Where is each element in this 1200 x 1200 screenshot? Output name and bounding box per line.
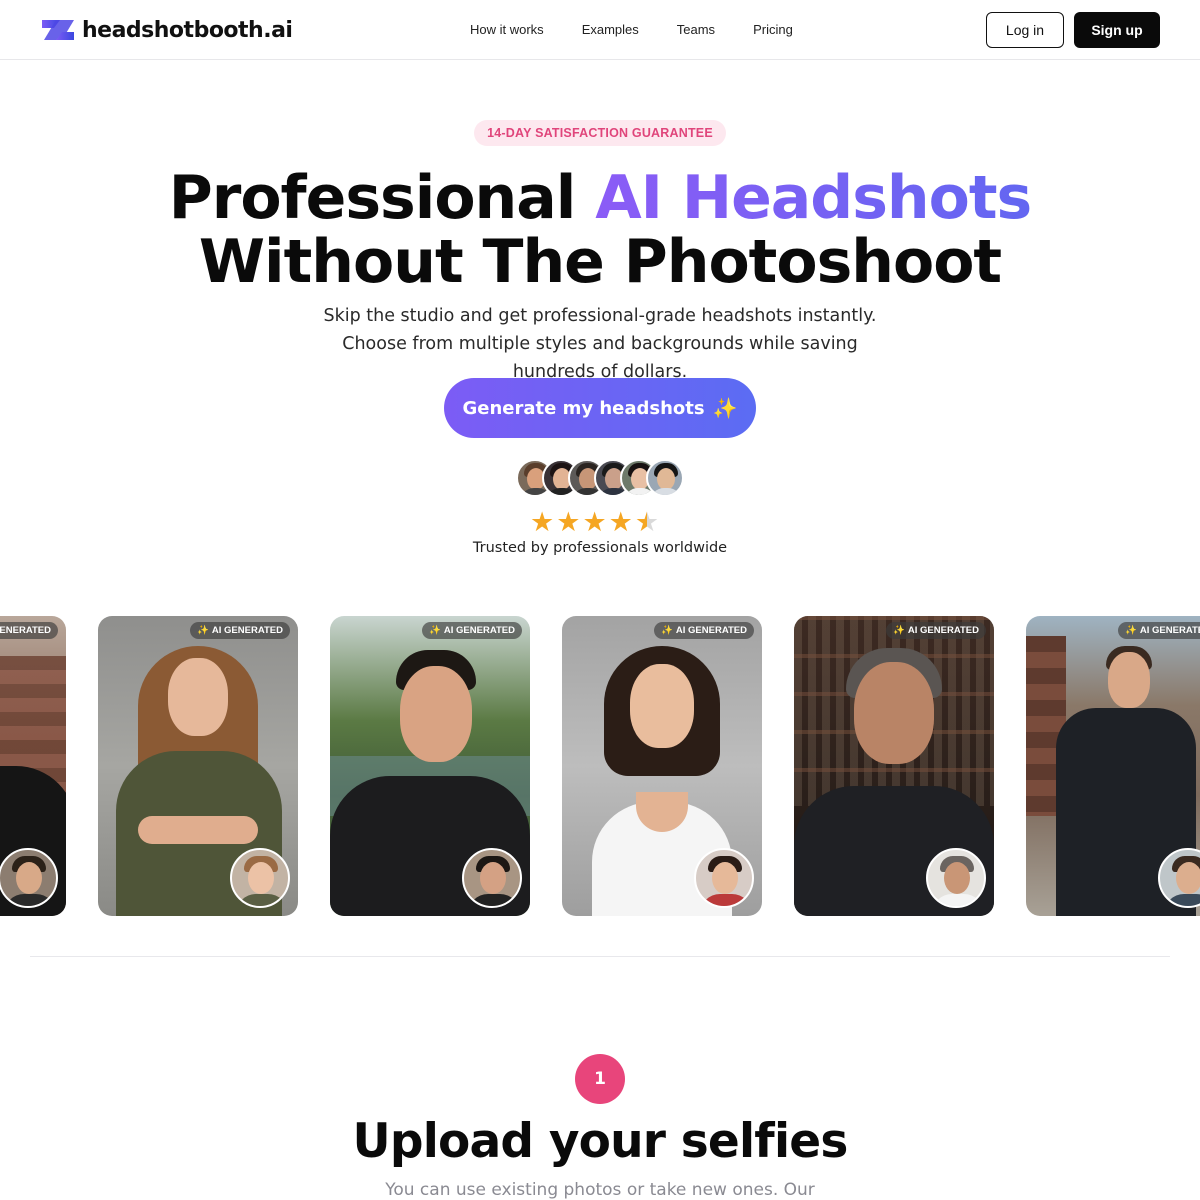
ai-generated-badge: ✨AI GENERATED (886, 622, 986, 639)
sparkles-icon: ✨ (197, 625, 209, 636)
headshot-card[interactable]: ✨AI GENERATED (794, 616, 994, 916)
headshot-card[interactable]: ✨AI GENERATED (0, 616, 66, 916)
headshot-gallery: ✨AI GENERATED ✨AI GENERATED ✨AI GENERATE… (0, 616, 1200, 916)
hero-title-part1: Professional (168, 163, 596, 233)
ai-generated-badge: ✨AI GENERATED (422, 622, 522, 639)
sparkles-icon: ✨ (712, 396, 738, 420)
trusted-text: Trusted by professionals worldwide (472, 540, 728, 556)
login-button[interactable]: Log in (986, 12, 1064, 48)
star-icon: ★ (582, 507, 607, 537)
ai-generated-badge: ✨AI GENERATED (654, 622, 754, 639)
ai-generated-badge: ✨AI GENERATED (190, 622, 290, 639)
step-number-badge: 1 (575, 1054, 625, 1104)
nav-teams[interactable]: Teams (677, 22, 715, 37)
top-navbar: headshotbooth.ai How it works Examples T… (0, 0, 1200, 60)
star-icon: ★ (556, 507, 581, 537)
headshot-card[interactable]: ✨AI GENERATED (562, 616, 762, 916)
nav-how-it-works[interactable]: How it works (470, 22, 544, 37)
step-title: Upload your selfies (352, 1114, 848, 1169)
star-icon: ★ (608, 507, 633, 537)
source-selfie-thumb (926, 848, 986, 908)
sparkles-icon: ✨ (661, 625, 673, 636)
nav-pricing[interactable]: Pricing (753, 22, 793, 37)
logo[interactable]: headshotbooth.ai (40, 16, 293, 44)
nav-examples[interactable]: Examples (582, 22, 639, 37)
cta-label: Generate my headshots (462, 397, 705, 419)
rating-stars: ★ ★ ★ ★ ★ (530, 507, 659, 537)
half-star-icon: ★ (634, 507, 660, 537)
hero-title: Professional AI Headshots Without The Ph… (0, 166, 1200, 294)
logo-text: headshotbooth.ai (82, 17, 293, 43)
step-subtitle: You can use existing photos or take new … (385, 1180, 815, 1200)
hero-subtitle: Skip the studio and get professional-gra… (323, 306, 877, 382)
ai-generated-badge: ✨AI GENERATED (1118, 622, 1200, 639)
sparkles-icon: ✨ (893, 625, 905, 636)
guarantee-badge: 14-DAY SATISFACTION GUARANTEE (474, 120, 726, 146)
signup-button[interactable]: Sign up (1074, 12, 1160, 48)
hero-title-highlight: AI Headshots (595, 163, 1032, 233)
ai-generated-badge: ✨AI GENERATED (0, 622, 58, 639)
source-selfie-thumb (230, 848, 290, 908)
source-selfie-thumb (462, 848, 522, 908)
headshot-card[interactable]: ✨AI GENERATED (1026, 616, 1200, 916)
hero-title-line2: Without The Photoshoot (198, 227, 1002, 297)
main-nav: How it works Examples Teams Pricing (470, 22, 831, 37)
section-divider (30, 956, 1170, 957)
headshot-card[interactable]: ✨AI GENERATED (330, 616, 530, 916)
star-icon: ★ (530, 507, 555, 537)
generate-headshots-button[interactable]: Generate my headshots ✨ (444, 378, 756, 438)
source-selfie-thumb (694, 848, 754, 908)
sparkles-icon: ✨ (1125, 625, 1137, 636)
logo-icon (42, 20, 74, 40)
customer-avatars (516, 459, 686, 497)
headshot-card[interactable]: ✨AI GENERATED (98, 616, 298, 916)
sparkles-icon: ✨ (429, 625, 441, 636)
source-selfie-thumb (0, 848, 58, 908)
avatar (646, 459, 684, 497)
